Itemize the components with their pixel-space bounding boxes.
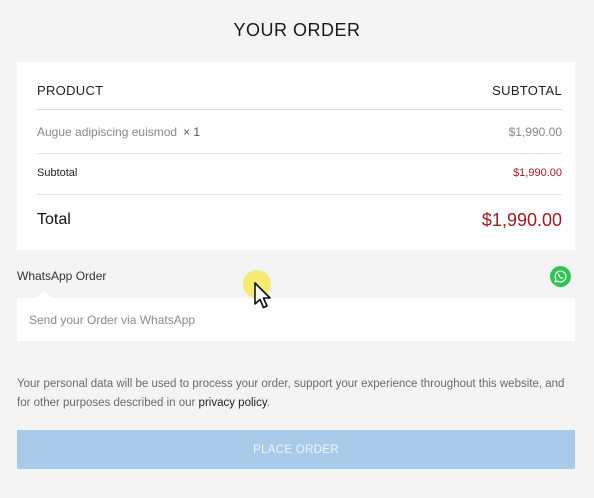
table-row: Augue adipiscing euismod × 1 $1,990.00 — [37, 122, 562, 142]
product-price: $1,990.00 — [508, 125, 562, 139]
row-divider — [37, 153, 562, 154]
cursor-arrow-icon — [254, 282, 271, 309]
mouse-cursor — [243, 270, 275, 312]
total-label: Total — [37, 211, 71, 228]
total-row: Total $1,990.00 — [37, 208, 562, 232]
whatsapp-order-label: WhatsApp Order — [17, 269, 107, 283]
product-quantity: × 1 — [183, 125, 201, 139]
subtotal-column-header: SUBTOTAL — [492, 82, 562, 98]
row-divider — [37, 194, 562, 195]
whatsapp-box-pointer — [37, 291, 51, 298]
whatsapp-message-box — [17, 291, 575, 341]
header-divider — [37, 109, 562, 110]
subtotal-label: Subtotal — [37, 167, 78, 179]
whatsapp-icon[interactable] — [550, 266, 571, 287]
privacy-notice: Your personal data will be used to proce… — [17, 375, 577, 413]
page-title: YOUR ORDER — [233, 20, 361, 40]
order-review-table: PRODUCT SUBTOTAL Augue adipiscing euismo… — [17, 62, 575, 250]
product-column-header: PRODUCT — [37, 82, 104, 98]
product-name: Augue adipiscing euismod — [37, 125, 178, 139]
total-value: $1,990.00 — [481, 209, 562, 230]
privacy-policy-link[interactable]: privacy policy — [199, 397, 267, 409]
product-cell: Augue adipiscing euismod × 1 — [37, 125, 200, 139]
whatsapp-message-input[interactable] — [29, 310, 559, 330]
subtotal-row: Subtotal $1,990.00 — [37, 163, 562, 183]
place-order-button[interactable]: PLACE ORDER — [17, 430, 575, 469]
table-header-row: PRODUCT SUBTOTAL — [37, 80, 562, 100]
privacy-end: . — [266, 397, 270, 409]
privacy-text: Your personal data will be used to proce… — [17, 378, 565, 409]
subtotal-value: $1,990.00 — [513, 167, 562, 179]
